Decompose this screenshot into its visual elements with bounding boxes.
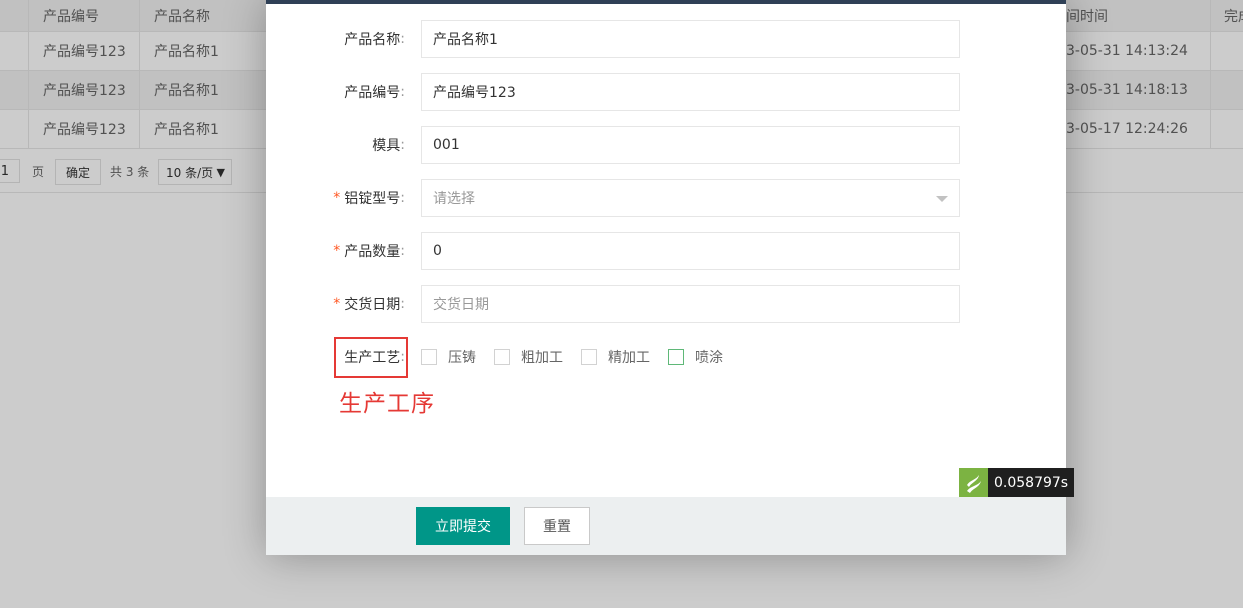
mold-label: 模具: (372, 137, 405, 154)
product-no-label: 产品编号: (344, 84, 405, 101)
performance-timer: 0.058797s (959, 468, 1075, 497)
checkbox-box[interactable] (494, 349, 510, 365)
process-checkbox-group: 压铸 粗加工 精加工 喷涂 (421, 338, 741, 376)
delivery-date-input[interactable]: 交货日期 (421, 285, 960, 323)
required-mark: * (333, 190, 341, 206)
checkbox-box[interactable] (421, 349, 437, 365)
product-name-label: 产品名称: (344, 31, 405, 48)
required-mark: * (333, 243, 341, 259)
flame-logo-icon (959, 468, 988, 497)
checkbox-finish-machining[interactable]: 精加工 (581, 347, 650, 367)
quantity-input[interactable]: 0 (421, 232, 960, 270)
form-row-product-name: 产品名称: 产品名称1 (266, 20, 1066, 58)
checkbox-die-casting[interactable]: 压铸 (421, 347, 476, 367)
checkbox-box[interactable] (668, 349, 684, 365)
timer-value: 0.058797s (988, 468, 1075, 497)
dialog-title-bar (266, 0, 1066, 4)
dialog-footer: 立即提交 重置 (266, 497, 1066, 555)
dropdown-arrow-icon (936, 196, 948, 202)
annotation-text: 生产工序 (339, 391, 435, 417)
annotation-highlight-box (334, 337, 408, 378)
submit-button[interactable]: 立即提交 (416, 507, 510, 545)
form-row-ingot-model: * 铝锭型号: 请选择 (266, 179, 1066, 217)
form-row-product-no: 产品编号: 产品编号123 (266, 73, 1066, 111)
form-row-mold: 模具: 001 (266, 126, 1066, 164)
form-row-delivery-date: * 交货日期: 交货日期 (266, 285, 1066, 323)
checkbox-box[interactable] (581, 349, 597, 365)
ingot-model-label: * 铝锭型号: (333, 190, 405, 207)
checkbox-spray-coating[interactable]: 喷涂 (668, 347, 723, 367)
mold-input[interactable]: 001 (421, 126, 960, 164)
product-edit-dialog: 产品名称: 产品名称1 产品编号: 产品编号123 模具: 001 * 铝锭型号:… (266, 0, 1075, 555)
reset-button[interactable]: 重置 (524, 507, 590, 545)
ingot-model-placeholder: 请选择 (433, 191, 475, 207)
quantity-label: * 产品数量: (333, 243, 405, 260)
required-mark: * (333, 296, 341, 312)
product-name-input[interactable]: 产品名称1 (421, 20, 960, 58)
form-row-quantity: * 产品数量: 0 (266, 232, 1066, 270)
delivery-date-label: * 交货日期: (333, 296, 405, 313)
product-no-input[interactable]: 产品编号123 (421, 73, 960, 111)
checkbox-rough-machining[interactable]: 粗加工 (494, 347, 563, 367)
ingot-model-select[interactable]: 请选择 (421, 179, 960, 217)
